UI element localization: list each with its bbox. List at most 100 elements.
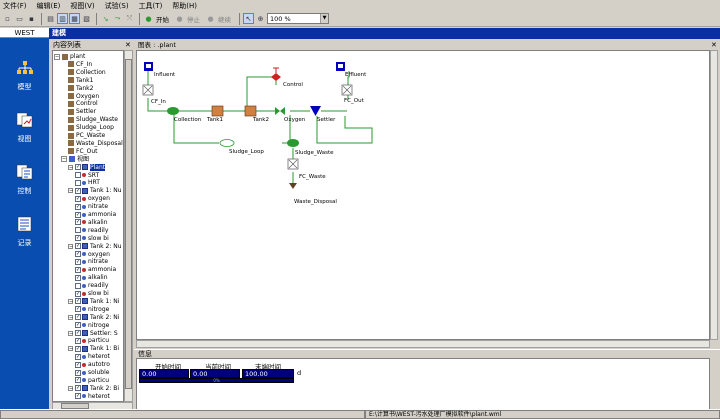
checkbox[interactable]: ✓ <box>75 322 81 329</box>
unit-icon <box>68 69 74 76</box>
menu-tools[interactable]: 工具(T) <box>139 1 163 11</box>
tree-expander-icon[interactable]: − <box>61 156 67 163</box>
variable-icon <box>82 267 86 272</box>
start-icon[interactable]: ● <box>143 13 154 24</box>
checkbox[interactable]: ✓ <box>75 258 81 265</box>
start-time-value[interactable]: 0.00 <box>139 369 189 378</box>
sidebar-item-control[interactable]: 控制 <box>0 164 49 196</box>
tree-expander-icon[interactable]: − <box>68 314 73 320</box>
oxygen-valve-icon[interactable] <box>275 107 285 115</box>
menu-experiment[interactable]: 试验(S) <box>105 1 129 11</box>
checkbox[interactable]: ✓ <box>75 187 81 194</box>
menu-edit[interactable]: 编辑(E) <box>37 1 61 11</box>
checkbox[interactable] <box>75 179 81 186</box>
connect-icon[interactable]: ↘ <box>100 13 111 24</box>
checkbox[interactable]: ✓ <box>75 330 81 336</box>
variable-icon <box>82 180 86 185</box>
link-icon[interactable]: ⤳ <box>112 13 123 24</box>
checkbox[interactable] <box>75 172 81 178</box>
chart-view-icon <box>82 314 88 321</box>
stop-button[interactable]: 停止 <box>187 14 200 24</box>
unit-icon <box>68 108 74 115</box>
checkbox[interactable]: ✓ <box>75 314 81 321</box>
menu-help[interactable]: 帮助(H) <box>172 1 197 11</box>
sidebar-item-model[interactable]: 模型 <box>0 60 49 92</box>
sidebar-item-record[interactable]: 记录 <box>0 216 49 248</box>
close-icon[interactable]: ✕ <box>711 41 719 49</box>
variable-icon <box>82 338 86 343</box>
tree-expander-icon[interactable]: − <box>68 164 73 170</box>
unit-icon <box>68 93 74 99</box>
checkbox[interactable]: ✓ <box>75 385 81 392</box>
checkbox[interactable]: ✓ <box>75 337 81 344</box>
checkbox[interactable]: ✓ <box>75 290 81 297</box>
tree-expander-icon[interactable]: − <box>68 298 73 304</box>
diagram-canvas[interactable]: Influent CF_In Collection Tank1 Tank2 Co… <box>136 50 710 340</box>
checkbox[interactable]: ✓ <box>75 274 81 281</box>
checkbox[interactable]: ✓ <box>75 251 81 257</box>
sludge-waste-icon[interactable] <box>287 139 299 147</box>
menu-view[interactable]: 视图(V) <box>70 1 94 11</box>
diagram-title: 图表 : .plant <box>138 41 176 49</box>
checkbox[interactable]: ✓ <box>75 235 81 242</box>
toolbar-separator <box>139 12 140 25</box>
diagram-horizontal-scrollbar[interactable] <box>136 340 710 348</box>
control-valve-icon[interactable] <box>271 73 281 81</box>
checkbox[interactable]: ✓ <box>75 266 81 273</box>
waste-disposal-icon[interactable] <box>289 183 297 189</box>
checkbox[interactable]: ✓ <box>75 306 81 313</box>
checkbox[interactable]: ✓ <box>75 298 81 305</box>
checkbox[interactable]: ✓ <box>75 377 81 384</box>
checkbox[interactable]: ✓ <box>75 203 81 210</box>
tree-expander-icon[interactable]: − <box>54 53 60 60</box>
tree-expander-icon[interactable]: − <box>68 346 73 352</box>
tree-item[interactable]: ✓ heterot <box>53 392 110 401</box>
checkbox[interactable] <box>75 282 81 289</box>
diagram-view-toggle-icon[interactable]: ▦ <box>69 13 80 24</box>
checkbox[interactable]: ✓ <box>75 369 81 376</box>
checkbox[interactable]: ✓ <box>75 361 81 368</box>
zoom-icon[interactable]: ⊕ <box>255 13 266 24</box>
collection-icon[interactable] <box>167 107 179 115</box>
tree-expander-icon[interactable]: − <box>68 385 73 391</box>
checkbox[interactable]: ✓ <box>75 195 81 202</box>
zoom-select[interactable]: 100 % ▼ <box>267 13 329 24</box>
checkbox[interactable]: ✓ <box>75 219 81 226</box>
checkbox[interactable]: ✓ <box>75 243 81 250</box>
tank1-icon[interactable] <box>211 105 224 117</box>
tree-view-toggle-icon[interactable]: ▥ <box>57 13 68 24</box>
checkbox[interactable]: ✓ <box>75 164 81 171</box>
sidebar-item-view[interactable]: 视图 <box>0 112 49 144</box>
open-file-icon[interactable]: ▭ <box>14 13 25 24</box>
end-time-value[interactable]: 100.00 <box>242 369 294 378</box>
start-button[interactable]: 开始 <box>156 14 169 24</box>
continue-button[interactable]: 继续 <box>218 14 231 24</box>
pointer-icon[interactable]: ↖ <box>243 13 254 24</box>
tree-expander-icon[interactable]: − <box>68 330 73 336</box>
new-file-icon[interactable]: ▫ <box>2 13 13 24</box>
checkbox[interactable]: ✓ <box>75 393 81 400</box>
print-icon[interactable]: ▤ <box>45 13 56 24</box>
tree-expander-icon[interactable]: − <box>68 188 73 194</box>
unlink-icon[interactable]: ⤲ <box>124 13 135 24</box>
tank2-icon[interactable] <box>244 105 257 117</box>
checkbox[interactable]: ✓ <box>75 353 81 360</box>
checkbox[interactable] <box>75 227 81 234</box>
info-view-toggle-icon[interactable]: ▧ <box>81 13 92 24</box>
checkbox[interactable]: ✓ <box>75 211 81 218</box>
close-icon[interactable]: ✕ <box>125 41 133 49</box>
tree-expander-icon[interactable]: − <box>68 243 73 249</box>
sidebar-item-label: 记录 <box>17 239 32 247</box>
sludge-loop-icon[interactable] <box>219 139 235 147</box>
chart-view-icon <box>82 164 88 171</box>
settler-icon[interactable] <box>310 106 321 116</box>
variable-icon <box>82 354 86 359</box>
checkbox[interactable]: ✓ <box>75 345 81 352</box>
diagram-vertical-scrollbar[interactable] <box>710 50 718 340</box>
scrollbar-thumb[interactable] <box>125 59 132 389</box>
variable-icon <box>82 394 86 399</box>
tree-vertical-scrollbar[interactable] <box>124 50 133 402</box>
save-icon[interactable]: ▪ <box>26 13 37 24</box>
menu-file[interactable]: 文件(F) <box>3 1 27 11</box>
model-icon <box>16 61 33 74</box>
